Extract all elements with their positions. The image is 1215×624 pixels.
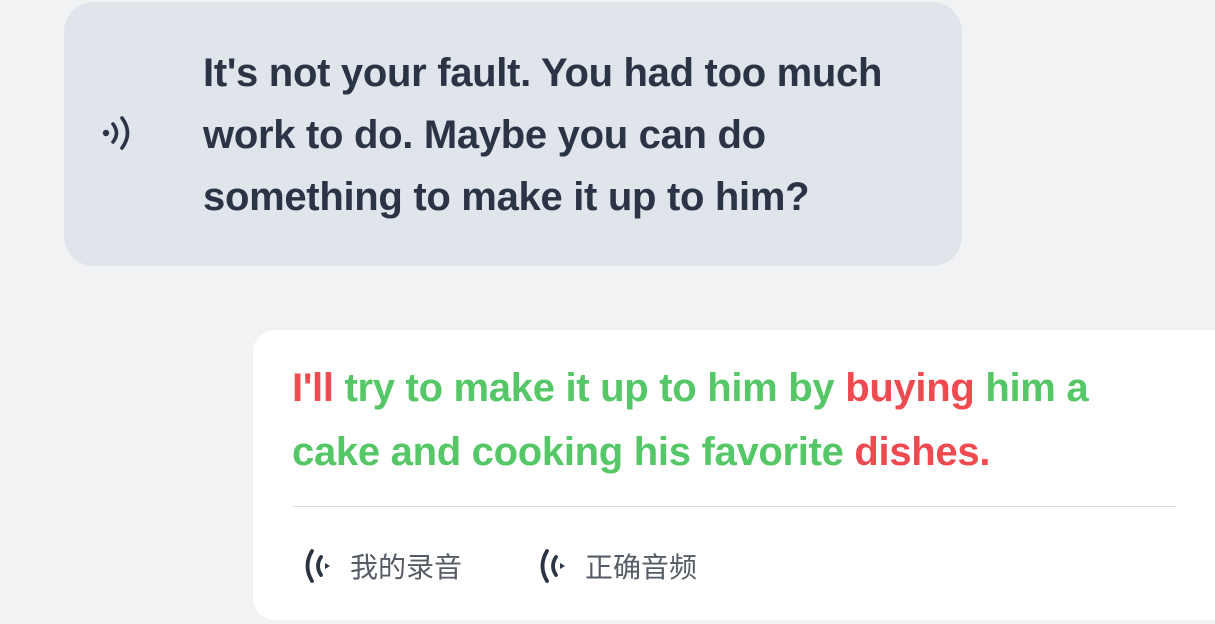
- card-divider: [292, 506, 1176, 507]
- answer-word-correct: his: [633, 430, 691, 474]
- answer-word-correct: to: [405, 366, 443, 410]
- sound-wave-icon: [305, 549, 330, 583]
- answer-word-incorrect: dishes.: [854, 430, 991, 474]
- answer-word-correct: and: [390, 430, 462, 474]
- answer-word-correct: to: [659, 366, 697, 410]
- my-recording-button[interactable]: 我的录音: [300, 540, 462, 592]
- play-message-button[interactable]: [98, 113, 146, 153]
- answer-word-correct: him: [985, 366, 1056, 410]
- answer-word-correct: cake: [292, 430, 380, 474]
- answer-word-correct: it: [565, 366, 590, 410]
- answer-word-correct: make: [453, 366, 555, 410]
- chat-stage: It's not your fault. You had too much wo…: [0, 0, 1215, 624]
- bot-message-text: It's not your fault. You had too much wo…: [203, 51, 883, 219]
- answer-word-correct: up: [600, 366, 649, 410]
- my-recording-label: 我的录音: [350, 551, 463, 584]
- answer-word-correct: him: [707, 366, 778, 410]
- speaker-icon: [102, 116, 130, 150]
- answer-word-incorrect: I'll: [292, 366, 334, 410]
- answer-word-correct: cooking: [471, 430, 624, 474]
- correct-audio-button[interactable]: 正确音频: [535, 540, 697, 592]
- sound-wave-icon: [540, 549, 565, 583]
- answer-word-correct: favorite: [701, 430, 844, 474]
- correct-audio-label: 正确音频: [585, 551, 698, 584]
- answer-word-correct: by: [788, 366, 835, 410]
- answer-word-correct: a: [1066, 366, 1089, 410]
- user-answer-text: I'll try to make it up to him by buying …: [292, 356, 1172, 484]
- answer-word-correct: try: [344, 366, 395, 410]
- answer-word-incorrect: buying: [845, 366, 975, 410]
